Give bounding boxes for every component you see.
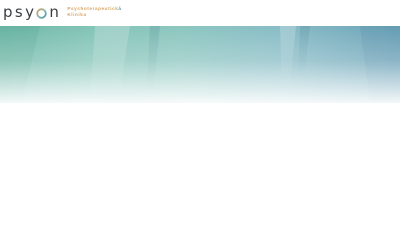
logo-tagline-line1-main: Psychoterapeutick [67, 6, 119, 12]
main-content [0, 103, 400, 250]
logo-wordmark-end: n [49, 2, 62, 21]
logo-wordmark-start: psy [3, 2, 37, 21]
hero-banner [0, 26, 400, 103]
page: psy n Psychoterapeutická Klinika [0, 0, 400, 250]
logo-tagline-line1-tail: á [118, 6, 122, 12]
logo-wordmark: psy n [3, 2, 62, 21]
ring-o-icon [36, 7, 48, 19]
logo-tagline-line2: Klinika [67, 12, 87, 17]
logo-link[interactable]: psy n Psychoterapeutická Klinika [3, 2, 122, 22]
hero-fade-overlay [0, 26, 400, 103]
logo-tagline: Psychoterapeutická Klinika [67, 6, 121, 17]
site-header: psy n Psychoterapeutická Klinika [0, 0, 400, 27]
